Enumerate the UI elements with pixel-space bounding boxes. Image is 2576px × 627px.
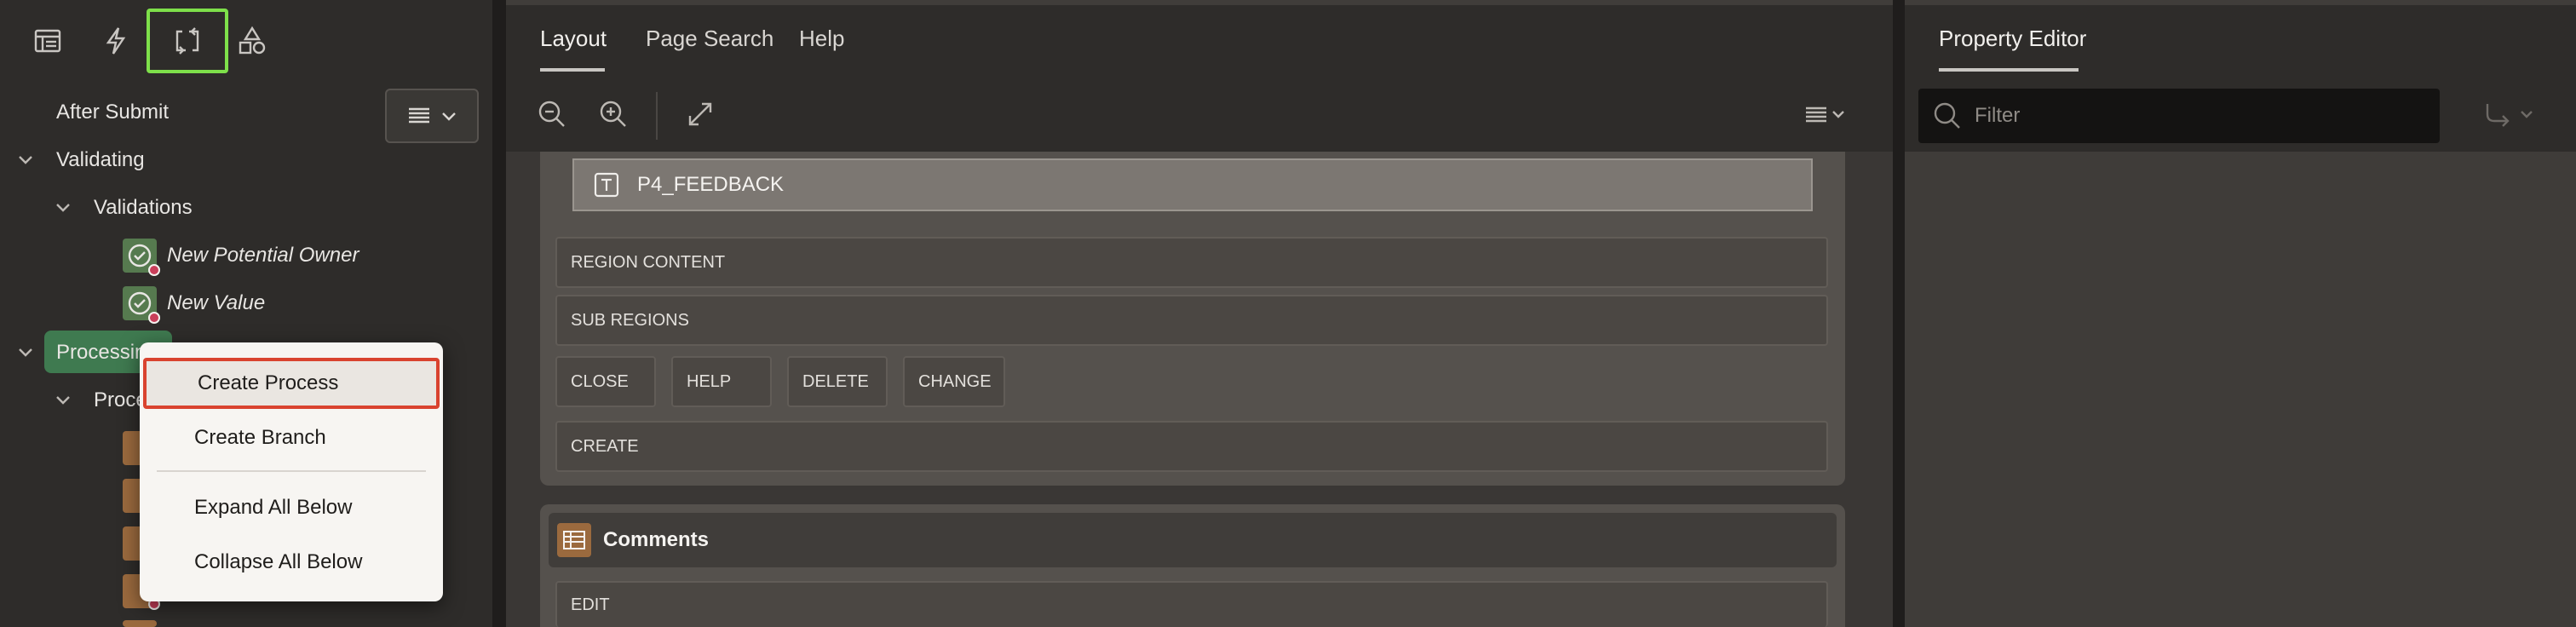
page-item-name: P4_FEEDBACK xyxy=(637,173,785,196)
tree-after-submit[interactable]: After Submit xyxy=(56,101,169,124)
slot-close[interactable]: CLOSE xyxy=(555,356,656,407)
zoom-out-icon[interactable] xyxy=(535,97,569,135)
chevron-down-icon[interactable] xyxy=(15,342,36,363)
menu-divider xyxy=(157,470,426,472)
menu-item-collapse-all-below[interactable]: Collapse All Below xyxy=(140,537,443,588)
slot-change[interactable]: CHANGE xyxy=(903,356,1005,407)
active-tab-indicator xyxy=(1939,68,2079,72)
tree-menu-button[interactable] xyxy=(385,89,479,143)
slot-edit[interactable]: EDIT xyxy=(555,581,1828,627)
text-field-icon xyxy=(594,172,619,198)
server-side-condition-dot xyxy=(148,312,160,324)
chevron-down-icon[interactable] xyxy=(15,150,36,170)
search-icon xyxy=(1934,102,1960,129)
menu-item-expand-all-below[interactable]: Expand All Below xyxy=(140,482,443,533)
page-item-p4-feedback[interactable]: P4_FEEDBACK xyxy=(572,158,1813,211)
slot-help[interactable]: HELP xyxy=(671,356,772,407)
toolbar-divider xyxy=(656,92,658,140)
list-icon xyxy=(409,107,429,124)
tree-context-menu: Create Process Create Branch Expand All … xyxy=(140,342,443,601)
slot-create[interactable]: CREATE xyxy=(555,421,1828,472)
rendering-tab-icon[interactable] xyxy=(17,10,78,72)
table-icon xyxy=(557,523,591,557)
tree-validations[interactable]: Validations xyxy=(94,196,193,220)
menu-item-create-branch[interactable]: Create Branch xyxy=(140,412,443,463)
zoom-in-icon[interactable] xyxy=(596,97,630,135)
lightning-icon[interactable] xyxy=(85,10,147,72)
menu-item-create-process[interactable]: Create Process xyxy=(143,358,440,409)
go-to-group-icon[interactable] xyxy=(2482,97,2544,135)
expand-icon[interactable] xyxy=(683,97,717,135)
tree-validation-item[interactable]: New Potential Owner xyxy=(167,244,359,267)
layout-menu-icon[interactable] xyxy=(1803,97,1854,135)
process-icon xyxy=(123,620,157,627)
left-splitter[interactable] xyxy=(492,0,506,627)
chevron-down-icon[interactable] xyxy=(53,198,73,218)
tab-help[interactable]: Help xyxy=(799,26,844,52)
filter-field[interactable]: Filter xyxy=(1918,89,2440,143)
server-side-condition-dot xyxy=(148,264,160,276)
processing-tab-icon[interactable] xyxy=(147,9,228,73)
tab-layout[interactable]: Layout xyxy=(540,26,607,52)
active-tab-indicator xyxy=(540,68,605,72)
slot-delete[interactable]: DELETE xyxy=(787,356,888,407)
chevron-down-icon xyxy=(442,112,456,121)
filter-placeholder: Filter xyxy=(1975,104,2021,127)
tree-validation-item[interactable]: New Value xyxy=(167,291,265,315)
region-header[interactable]: Comments xyxy=(549,513,1837,567)
property-editor-title[interactable]: Property Editor xyxy=(1939,26,2086,52)
slot-region-content[interactable]: REGION CONTENT xyxy=(555,237,1828,288)
right-splitter[interactable] xyxy=(1893,0,1905,627)
tree-validating[interactable]: Validating xyxy=(56,148,145,172)
shared-components-icon[interactable] xyxy=(221,10,283,72)
slot-sub-regions[interactable]: SUB REGIONS xyxy=(555,295,1828,346)
chevron-down-icon[interactable] xyxy=(53,390,73,411)
region-title: Comments xyxy=(603,528,710,551)
tab-page-search[interactable]: Page Search xyxy=(646,26,773,52)
